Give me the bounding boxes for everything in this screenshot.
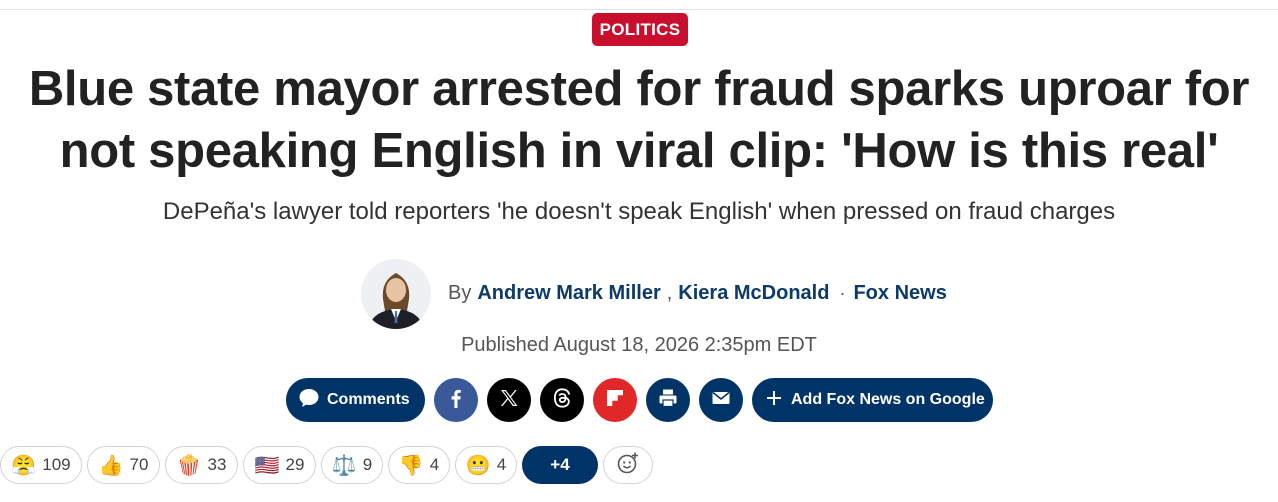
threads-icon xyxy=(551,387,573,414)
reaction-count: 109 xyxy=(42,455,71,474)
category-badge[interactable]: POLITICS xyxy=(592,13,688,46)
x-share-button[interactable] xyxy=(487,378,531,422)
reaction-count: 33 xyxy=(207,455,227,474)
byline-dot: · xyxy=(839,282,846,303)
comments-button[interactable]: Comments xyxy=(286,378,425,422)
scales-icon: ⚖️ xyxy=(331,453,357,477)
plus-icon xyxy=(766,390,782,411)
reaction-count: 29 xyxy=(285,455,305,474)
flipboard-icon xyxy=(605,388,625,413)
reaction-popcorn[interactable]: 🍿 33 xyxy=(165,446,238,484)
reaction-thumbs-up[interactable]: 👍 70 xyxy=(87,446,160,484)
top-divider xyxy=(0,9,1278,10)
smiley-plus-icon xyxy=(616,451,640,480)
email-icon xyxy=(710,387,732,414)
reaction-angry[interactable]: 😤 109 xyxy=(0,446,82,484)
print-button[interactable] xyxy=(646,378,690,422)
comment-bubble-icon xyxy=(298,387,320,414)
author-avatar[interactable] xyxy=(361,259,431,329)
email-share-button[interactable] xyxy=(699,378,743,422)
author-link-2[interactable]: Kiera McDonald xyxy=(678,282,829,305)
thumbs-down-icon: 👎 xyxy=(398,453,424,477)
reaction-scales[interactable]: ⚖️ 9 xyxy=(321,446,383,484)
thumbs-up-icon: 👍 xyxy=(98,453,124,477)
share-bar: Comments Add Fox News on Google xyxy=(286,378,993,422)
add-google-label: Add Fox News on Google xyxy=(791,391,985,408)
comments-label: Comments xyxy=(327,391,410,408)
reaction-count: 9 xyxy=(362,455,373,474)
print-icon xyxy=(657,387,679,414)
reaction-count: 4 xyxy=(496,455,507,474)
byline: By Andrew Mark Miller , Kiera McDonald ·… xyxy=(448,280,947,306)
author-photo xyxy=(361,259,431,329)
author-link-1[interactable]: Andrew Mark Miller xyxy=(477,282,660,305)
byline-prefix: By xyxy=(448,281,472,304)
author-separator: , xyxy=(666,281,673,304)
facebook-icon xyxy=(445,387,467,414)
headline-line-2: not speaking English in viral clip: 'How… xyxy=(59,124,1219,178)
published-date: Published August 18, 2026 2:35pm EDT xyxy=(461,334,817,356)
reactions-bar: 😤 109 👍 70 🍿 33 🇺🇸 29 ⚖️ 9 👎 4 😬 4 +4 xyxy=(0,446,653,484)
angry-emoji-icon: 😤 xyxy=(11,453,37,477)
reaction-thumbs-down[interactable]: 👎 4 xyxy=(388,446,450,484)
add-fox-news-on-google-button[interactable]: Add Fox News on Google xyxy=(752,378,993,422)
us-flag-icon: 🇺🇸 xyxy=(254,453,280,477)
reaction-count: 4 xyxy=(429,455,440,474)
article-headline: Blue state mayor arrested for fraud spar… xyxy=(10,58,1268,182)
reaction-us-flag[interactable]: 🇺🇸 29 xyxy=(243,446,316,484)
more-reactions-button[interactable]: +4 xyxy=(522,446,598,484)
add-reaction-button[interactable] xyxy=(603,446,653,484)
popcorn-icon: 🍿 xyxy=(176,453,202,477)
outlet-link[interactable]: Fox News xyxy=(853,282,946,305)
headline-line-1: Blue state mayor arrested for fraud spar… xyxy=(28,62,1250,116)
x-icon xyxy=(499,388,519,413)
reaction-grimace[interactable]: 😬 4 xyxy=(455,446,517,484)
reaction-count: 70 xyxy=(129,455,149,474)
threads-share-button[interactable] xyxy=(540,378,584,422)
grimace-icon: 😬 xyxy=(465,453,491,477)
article-subheadline: DePeña's lawyer told reporters 'he doesn… xyxy=(162,198,1116,225)
flipboard-share-button[interactable] xyxy=(593,378,637,422)
facebook-share-button[interactable] xyxy=(434,378,478,422)
